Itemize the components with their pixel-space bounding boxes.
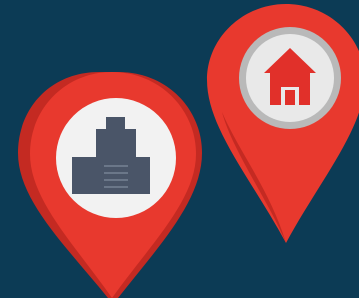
location-pins-illustration (0, 0, 359, 298)
illustration-scene (0, 0, 359, 298)
